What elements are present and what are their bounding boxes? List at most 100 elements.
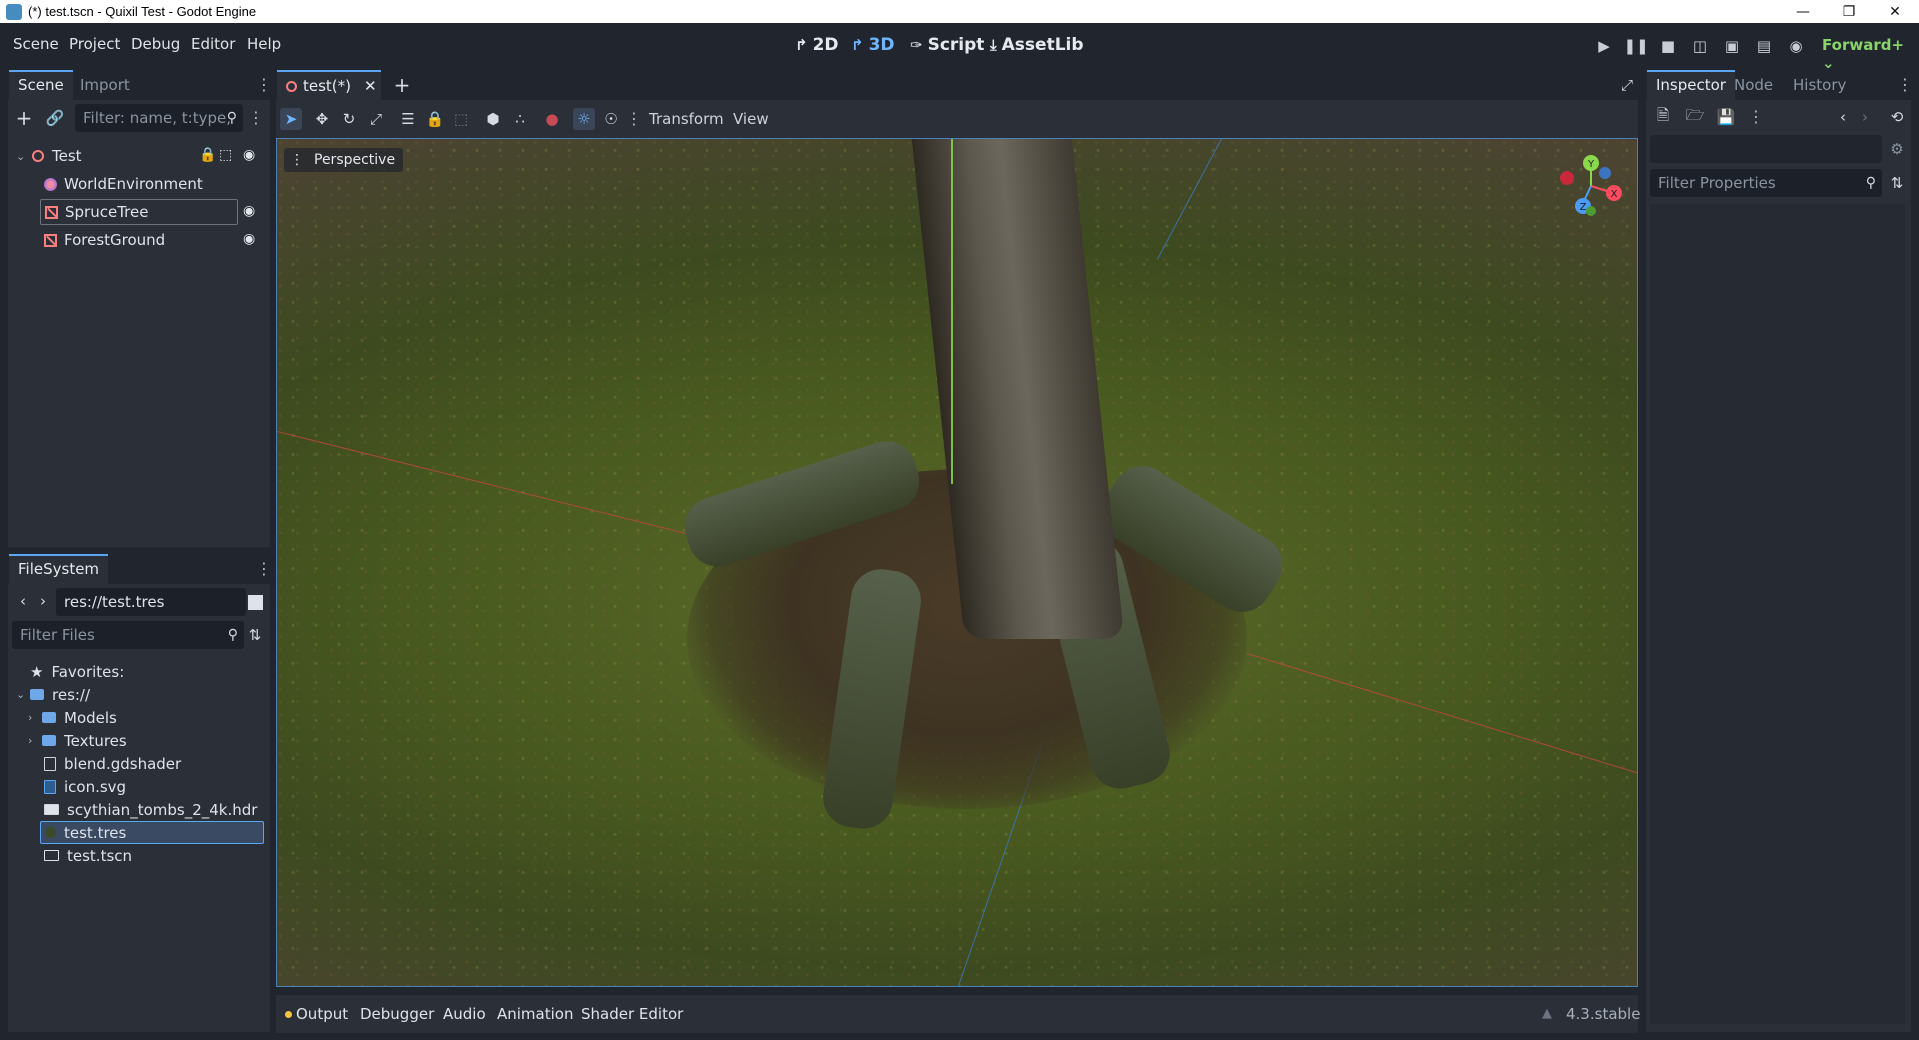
filesystem-dock-menu-icon[interactable]: ⋮ (256, 559, 272, 579)
collapse-arrow-icon[interactable]: ⌄ (16, 150, 30, 163)
tree-node-worldenvironment[interactable]: WorldEnvironment (42, 171, 262, 197)
movie-maker-icon[interactable]: ◉ (1784, 34, 1808, 58)
list-item[interactable]: › Models (28, 706, 117, 729)
tab-inspector[interactable]: Inspector (1647, 70, 1735, 100)
play-icon[interactable]: ▶ (1592, 34, 1616, 58)
menu-debug[interactable]: Debug (131, 35, 180, 53)
sun-preview-icon[interactable]: ☼ (573, 108, 595, 130)
load-resource-icon[interactable]: 🗁 (1684, 106, 1706, 128)
list-item[interactable]: test.tscn (44, 844, 132, 867)
object-history-icon[interactable]: ⟲ (1886, 106, 1908, 128)
group-icon[interactable]: ⬚ (450, 108, 472, 130)
remote-debug-icon[interactable]: ◫ (1688, 34, 1712, 58)
instance-scene-icon[interactable]: 🔗 (44, 107, 66, 129)
menu-project[interactable]: Project (69, 35, 120, 53)
list-item[interactable]: blend.gdshader (44, 752, 181, 775)
visibility-eye-icon[interactable]: ◉ (243, 147, 255, 163)
pause-icon[interactable]: ❚❚ (1623, 34, 1648, 58)
add-tab-icon[interactable]: + (391, 73, 413, 97)
gizmo-neg-y[interactable] (1586, 206, 1596, 216)
lock-icon[interactable]: 🔒 (199, 147, 216, 163)
minimize-icon[interactable]: — (1780, 0, 1826, 23)
workspace-script-button[interactable]: ✑ Script (910, 35, 984, 55)
group-selected-icon[interactable]: ⬚ (219, 147, 232, 163)
play-custom-scene-icon[interactable]: ▤ (1752, 34, 1776, 58)
list-item-selected[interactable]: test.tres (40, 821, 264, 844)
view-menu[interactable]: View (733, 110, 769, 128)
scene-dock-menu-icon[interactable]: ⋮ (256, 75, 272, 95)
back-arrow-icon[interactable]: ‹ (12, 590, 34, 612)
visibility-eye-icon[interactable]: ◉ (243, 231, 255, 247)
distraction-free-icon[interactable]: ⤢ (1616, 74, 1638, 96)
scene-tree-menu-icon[interactable]: ⋮ (248, 108, 264, 128)
tree-node-sprucetree[interactable]: SpruceTree (40, 199, 238, 225)
inspector-settings-icon[interactable]: ⇅ (1886, 172, 1908, 194)
local-space-icon[interactable]: ⬢ (482, 108, 504, 130)
transform-menu[interactable]: Transform (649, 110, 724, 128)
close-tab-icon[interactable]: ✕ (364, 77, 377, 95)
tab-import[interactable]: Import (71, 70, 139, 100)
object-selector[interactable] (1650, 135, 1882, 163)
menu-scene[interactable]: Scene (13, 35, 59, 53)
tab-animation[interactable]: Animation (497, 1005, 573, 1023)
expand-arrow-icon[interactable]: › (28, 734, 42, 747)
gizmo-neg-x[interactable] (1560, 171, 1574, 185)
move-tool-icon[interactable]: ✥ (311, 108, 333, 130)
update-spinner-icon[interactable]: ▲ (1542, 1006, 1552, 1021)
scale-tool-icon[interactable]: ⤢ (365, 108, 387, 130)
resource-menu-icon[interactable]: ⋮ (1748, 107, 1764, 127)
list-select-icon[interactable]: ☰ (397, 108, 419, 130)
add-node-icon[interactable]: + (13, 106, 35, 130)
filter-properties-input[interactable]: Filter Properties ⚲ (1650, 169, 1882, 197)
new-resource-icon[interactable]: 🗎 (1652, 106, 1674, 128)
filesystem-path-input[interactable]: res://test.tres (56, 588, 246, 616)
viewport-menu-icon[interactable]: ⋮ (626, 109, 642, 129)
play-scene-icon[interactable]: ▣ (1720, 34, 1744, 58)
save-resource-icon[interactable]: 💾 (1715, 106, 1737, 128)
3d-viewport[interactable]: ⋮ Perspective Y X Z (276, 138, 1638, 987)
list-item[interactable]: scythian_tombs_2_4k.hdr (44, 798, 257, 821)
rotate-tool-icon[interactable]: ↻ (338, 108, 360, 130)
orientation-gizmo[interactable]: Y X Z (1553, 153, 1623, 223)
sort-files-icon[interactable]: ⇅ (244, 624, 266, 646)
camera-preview-icon[interactable]: ● (541, 108, 563, 130)
collapse-arrow-icon[interactable]: ⌄ (16, 688, 30, 701)
tab-scene[interactable]: Scene (9, 70, 73, 100)
history-forward-icon[interactable]: › (1854, 106, 1876, 128)
tab-shader-editor[interactable]: Shader Editor (581, 1005, 683, 1023)
list-item[interactable]: icon.svg (44, 775, 126, 798)
expand-arrow-icon[interactable]: › (28, 711, 42, 724)
gizmo-neg-z[interactable] (1599, 167, 1611, 179)
tab-history[interactable]: History (1784, 70, 1855, 100)
inspector-dock-menu-icon[interactable]: ⋮ (1897, 75, 1913, 95)
tab-current-scene[interactable]: test(*) ✕ (277, 70, 381, 100)
tab-audio[interactable]: Audio (443, 1005, 486, 1023)
workspace-3d-button[interactable]: ↱ 3D (851, 35, 895, 55)
filter-files-input[interactable]: Filter Files ⚲ (12, 621, 244, 649)
stop-icon[interactable]: ■ (1656, 34, 1680, 58)
scene-filter-input[interactable]: Filter: name, t:type, ⚲ (75, 104, 243, 132)
tab-filesystem[interactable]: FileSystem (9, 554, 109, 584)
environment-preview-icon[interactable]: ☉ (600, 108, 622, 130)
split-mode-icon[interactable] (244, 591, 266, 613)
menu-help[interactable]: Help (247, 35, 281, 53)
restore-icon[interactable]: ❐ (1826, 0, 1872, 23)
perspective-menu[interactable]: ⋮ Perspective (284, 148, 404, 172)
select-tool-icon[interactable]: ➤ (280, 108, 302, 130)
list-item[interactable]: ⌄ res:// (16, 683, 90, 706)
forward-arrow-icon[interactable]: › (32, 590, 54, 612)
close-window-icon[interactable]: ✕ (1872, 0, 1918, 23)
renderer-dropdown[interactable]: Forward+ ⌄ (1822, 36, 1919, 72)
tab-output[interactable]: Output (296, 1005, 348, 1023)
list-item[interactable]: › Textures (28, 729, 127, 752)
lock-icon[interactable]: 🔒 (424, 108, 446, 130)
favorites-row[interactable]: ★ Favorites: (30, 660, 124, 683)
snap-icon[interactable]: ∴ (509, 108, 531, 130)
workspace-assetlib-button[interactable]: ⤓ AssetLib (990, 35, 1084, 55)
tree-node-forestground[interactable]: ForestGround (42, 227, 238, 253)
tab-node[interactable]: Node (1725, 70, 1782, 100)
visibility-eye-icon[interactable]: ◉ (243, 203, 255, 219)
object-tools-icon[interactable]: ⚙ (1886, 138, 1908, 160)
workspace-2d-button[interactable]: ↱ 2D (795, 35, 839, 55)
history-back-icon[interactable]: ‹ (1832, 106, 1854, 128)
